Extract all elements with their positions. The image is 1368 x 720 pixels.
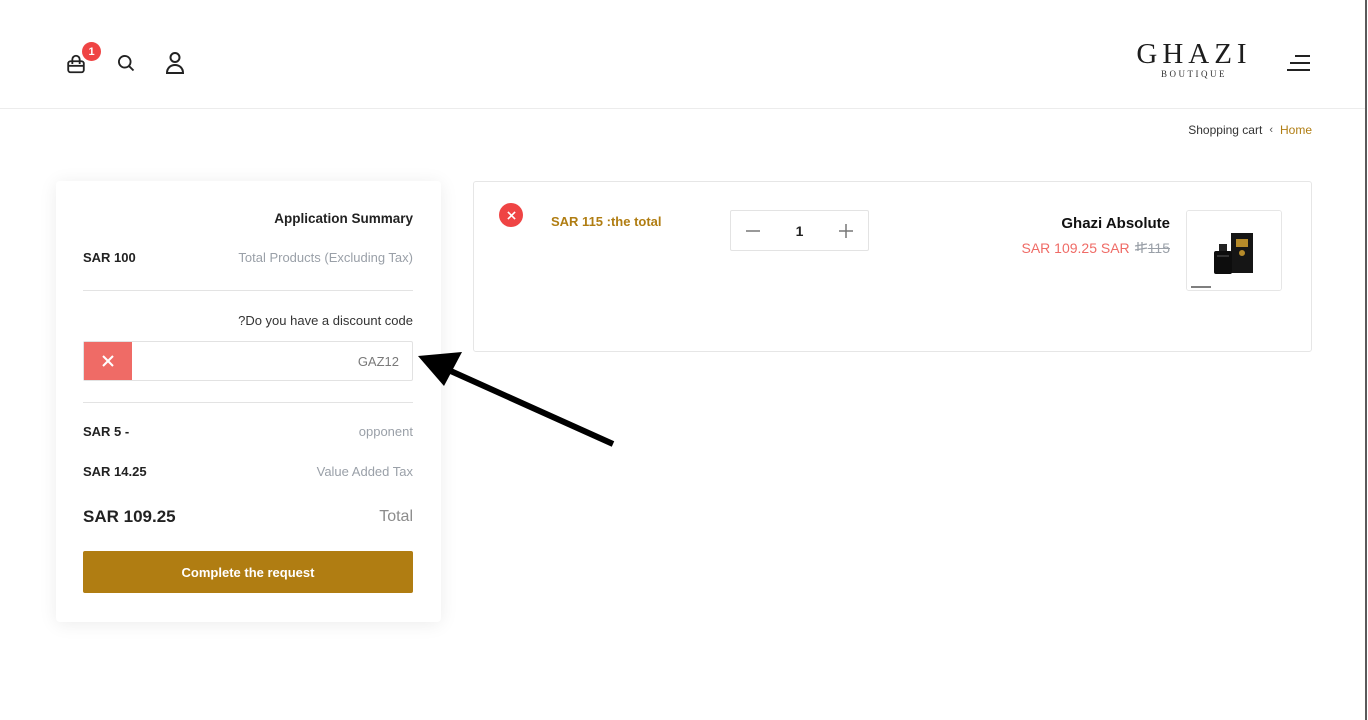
decrease-quantity-button[interactable] (731, 211, 775, 250)
grand-total-label: Total (379, 508, 413, 525)
discount-question: ?Do you have a discount code (238, 313, 413, 328)
cart-count-badge: 1 (82, 42, 101, 61)
perfume-bottle-image (1187, 211, 1281, 290)
discount-label: opponent (358, 424, 413, 439)
divider (83, 402, 413, 403)
product-price: SAR 109.25 SAR 115 (1022, 240, 1171, 256)
logo-subtitle: BOUTIQUE (1161, 69, 1227, 79)
grand-total-value: SAR 109.25 (83, 507, 176, 526)
original-price: 115 (1134, 240, 1170, 256)
breadcrumb-separator: ‹ (1269, 124, 1273, 136)
summary-title: Application Summary (274, 211, 413, 226)
cart-item-card: SAR 115 :the total 1 Ghazi Absolute SAR … (473, 181, 1312, 352)
hamburger-menu-icon (1287, 55, 1310, 71)
discounted-price: SAR 109.25 SAR (1021, 240, 1130, 256)
quantity-stepper: 1 (730, 210, 869, 251)
discount-code-field (83, 341, 413, 381)
menu-button[interactable] (1284, 52, 1314, 74)
discount-code-input[interactable] (132, 342, 412, 380)
search-button[interactable] (113, 50, 139, 76)
product-name[interactable]: Ghazi Absolute (1061, 215, 1170, 232)
vat-value: SAR 14.25 (83, 464, 147, 479)
user-icon (165, 52, 185, 74)
quantity-value: 1 (795, 222, 804, 239)
products-total-row: SAR 100 Total Products (Excluding Tax) (83, 250, 413, 265)
minus-icon (746, 229, 760, 232)
grand-total-row: SAR 109.25 Total (83, 507, 413, 527)
site-header: 1 GHAZI BOUTIQUE (0, 0, 1365, 109)
products-total-label: Total Products (Excluding Tax) (238, 250, 413, 265)
products-total-value: SAR 100 (83, 250, 136, 265)
breadcrumb-home-link[interactable]: Home (1280, 123, 1312, 137)
riyal-currency-icon (1134, 242, 1147, 253)
annotation-arrow-icon (418, 352, 615, 447)
account-button[interactable] (162, 49, 188, 77)
breadcrumb-current: Shopping cart (1188, 123, 1263, 137)
discount-value: SAR 5 - (83, 424, 130, 439)
brand-logo[interactable]: GHAZI BOUTIQUE (1124, 39, 1264, 79)
original-price-value: 115 (1147, 240, 1170, 256)
search-icon (118, 55, 135, 72)
breadcrumb: Shopping cart ‹ Home (1188, 123, 1312, 137)
order-summary-card: Application Summary SAR 100 Total Produc… (56, 181, 441, 622)
remove-item-button[interactable] (499, 203, 523, 227)
increase-quantity-button[interactable] (824, 211, 868, 250)
item-total: SAR 115 :the total (551, 214, 662, 229)
plus-icon (839, 223, 853, 238)
complete-request-button[interactable]: Complete the request (83, 551, 413, 593)
divider (83, 290, 413, 291)
remove-discount-button[interactable] (84, 342, 132, 380)
close-icon (506, 210, 516, 220)
vat-row: SAR 14.25 Value Added Tax (83, 464, 413, 479)
discount-row: SAR 5 - opponent (83, 424, 413, 439)
vat-label: Value Added Tax (316, 464, 413, 479)
logo-title: GHAZI (1136, 38, 1252, 70)
product-image[interactable] (1186, 210, 1282, 291)
window-edge (1365, 0, 1367, 720)
close-icon (102, 355, 114, 367)
